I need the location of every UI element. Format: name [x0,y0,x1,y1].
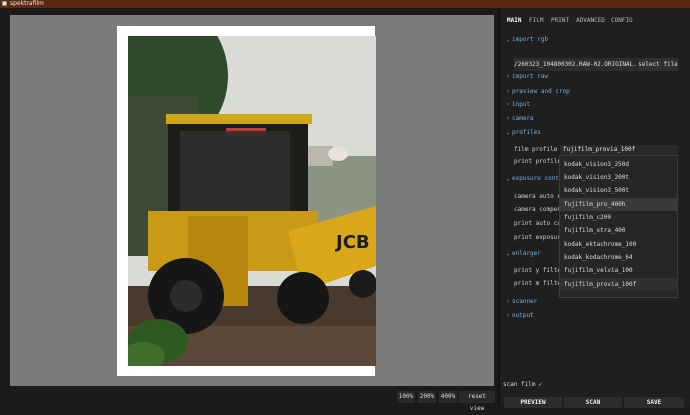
print-auto-control-field[interactable]: print auto con [514,220,565,227]
dropdown-option[interactable]: fujifilm_pro_400h [560,198,677,211]
section-label: scanner [512,298,538,305]
section-label: input [512,101,531,108]
section-input[interactable]: › input [506,101,530,108]
section-import-rgb[interactable]: ⌄ import rgb [506,36,548,43]
section-exposure-control[interactable]: ⌄ exposure contro [506,175,566,182]
section-label: camera [512,115,534,122]
dropdown-option[interactable]: fujifilm_provia_100f [560,278,677,291]
dropdown-option[interactable]: kodak_ektachrome_100 [560,238,677,251]
svg-text:JCB: JCB [334,232,370,253]
window-title: spektrafilm [10,0,44,7]
section-label: import raw [512,73,549,80]
rgb-path-input[interactable]: /260323_104800302.RAW-02.ORIGINAL.tif [514,58,637,71]
action-bar: scan film ✓ PREVIEW SCAN SAVE [500,378,690,408]
tab-film[interactable]: FILM [529,17,543,24]
dropdown-option[interactable]: fujifilm_c200 [560,211,677,224]
section-label: import rgb [512,36,549,43]
scan-film-label: scan film [503,381,536,388]
dropdown-option[interactable]: kodak_kodachrome_64 [560,251,677,264]
section-label: enlarger [512,250,541,257]
section-output[interactable]: › output [506,312,534,319]
tab-main[interactable]: MAIN [507,17,521,24]
dropdown-option[interactable]: fujifilm_xtra_400 [560,224,677,237]
control-panel: MAIN FILM PRINT ADVANCED CONFIG ⌄ import … [500,8,690,408]
section-import-raw[interactable]: › import raw [506,73,548,80]
dropdown-option[interactable]: kodak_vision3_200t [560,171,677,184]
dropdown-option[interactable]: fujifilm_velvia_100 [560,264,677,277]
film-profile-select[interactable]: fujifilm_provia_100f [560,145,678,155]
zoom-400-button[interactable]: 400% [439,391,457,403]
section-preview-and-crop[interactable]: › preview and crop [506,88,570,95]
title-bar: spektrafilm [0,0,690,8]
section-label: output [512,312,534,319]
film-profile-label: film profile [514,146,558,153]
section-profiles[interactable]: ⌄ profiles [506,129,541,136]
tab-advanced[interactable]: ADVANCED [576,17,605,24]
dropdown-option[interactable]: kodak_vision3_500t [560,184,677,197]
save-button[interactable]: SAVE [624,397,684,408]
tab-print[interactable]: PRINT [551,17,569,24]
select-file-button[interactable]: select file [638,58,678,71]
section-scanner[interactable]: › scanner [506,298,537,305]
section-label: profiles [512,129,541,136]
print-m-filter-field[interactable]: print m filter [514,280,565,287]
camera-compensation-field[interactable]: camera compens [514,206,565,213]
app-icon [2,1,7,6]
section-enlarger[interactable]: ⌄ enlarger [506,250,541,257]
checkmark-icon: ✓ [538,381,543,388]
zoom-100-button[interactable]: 100% [397,391,415,403]
dropdown-option[interactable]: kodak_vision3_250d [560,158,677,171]
preview-button[interactable]: PREVIEW [504,397,562,408]
film-profile-dropdown: kodak_vision3_250d kodak_vision3_200t ko… [559,155,678,298]
tab-config[interactable]: CONFIG [611,17,633,24]
reset-view-button[interactable]: reset view [459,391,495,412]
print-y-filter-field[interactable]: print y filter [514,267,565,274]
camera-auto-exposure-field[interactable]: camera auto ex [514,193,565,200]
print-exposure-field[interactable]: print exposure [514,234,565,241]
zoom-200-button[interactable]: 200% [418,391,436,403]
print-profile-label: print profile [514,158,561,165]
scan-film-toggle[interactable]: scan film ✓ [503,381,542,388]
section-label: preview and crop [512,88,570,95]
section-camera[interactable]: › camera [506,115,534,122]
scan-button[interactable]: SCAN [564,397,622,408]
preview-image[interactable]: JCB [128,36,376,366]
